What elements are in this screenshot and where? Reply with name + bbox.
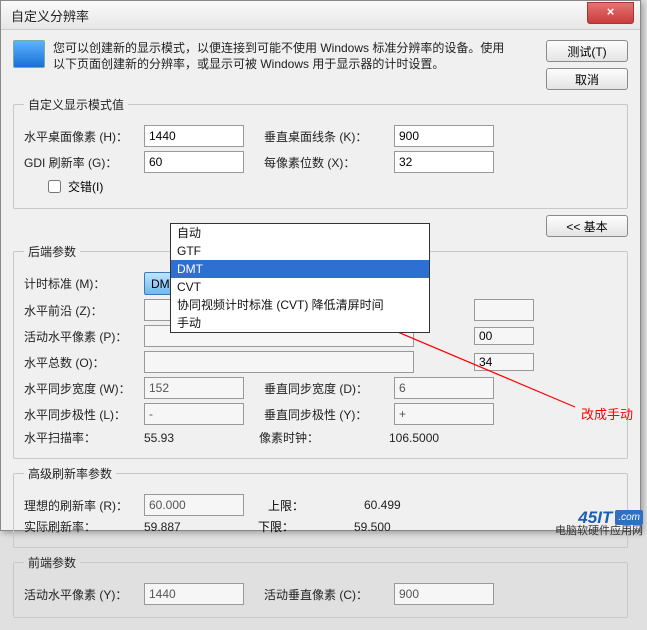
front-h-active-input[interactable] <box>144 583 244 605</box>
option-gtf[interactable]: GTF <box>171 242 429 260</box>
window-title: 自定义分辨率 <box>11 6 89 25</box>
watermark: 45IT .com 电脑软硬件应用网 <box>578 510 643 525</box>
option-cvt[interactable]: CVT <box>171 278 429 296</box>
actual-refresh-label: 实际刷新率： <box>24 518 144 535</box>
h-active-label: 活动水平像素 (P)： <box>24 328 144 345</box>
lower-value: 59.500 <box>354 520 449 534</box>
action-buttons: 测试(T) 取消 <box>546 40 628 90</box>
refresh-label: GDI 刷新率 (G)： <box>24 154 144 171</box>
lower-label: 下限： <box>254 518 294 535</box>
watermark-logo: 45IT <box>578 511 612 524</box>
upper-value: 60.499 <box>364 498 459 512</box>
option-dmt[interactable]: DMT <box>171 260 429 278</box>
interlace-label: 交错(I) <box>68 178 103 195</box>
test-button[interactable]: 测试(T) <box>546 40 628 62</box>
option-auto[interactable]: 自动 <box>171 224 429 242</box>
ideal-refresh-input[interactable] <box>144 494 244 516</box>
front-v-active-input[interactable] <box>394 583 494 605</box>
basic-toggle-button[interactable]: << 基本 <box>546 215 628 237</box>
v-lines-input[interactable] <box>394 125 494 147</box>
v-sync-w-label: 垂直同步宽度 (D)： <box>264 380 394 397</box>
h-total-label: 水平总数 (O)： <box>24 354 144 371</box>
h-total-input[interactable] <box>144 351 414 373</box>
h-scan-label: 水平扫描率： <box>24 429 144 446</box>
h-pixels-label: 水平桌面像素 (H)： <box>24 128 144 145</box>
h-scan-value: 55.93 <box>144 431 239 445</box>
annotation-text: 改成手动 <box>581 404 633 423</box>
interlace-checkbox[interactable] <box>48 180 61 193</box>
cancel-button[interactable]: 取消 <box>546 68 628 90</box>
h-sync-w-input[interactable] <box>144 377 244 399</box>
h-sync-p-label: 水平同步极性 (L)： <box>24 406 144 423</box>
close-button[interactable]: × <box>587 2 634 24</box>
v-lines-label: 垂直桌面线条 (K)： <box>264 128 394 145</box>
pixel-clock-label: 像素时钟： <box>259 429 389 446</box>
bpp-input[interactable] <box>394 151 494 173</box>
timing-std-dropdown: 自动 GTF DMT CVT 协同视频计时标准 (CVT) 降低清屏时间 手动 <box>170 223 430 333</box>
titlebar: 自定义分辨率 × <box>1 1 640 30</box>
v-sync-p-label: 垂直同步极性 (Y)： <box>264 406 394 423</box>
upper-label: 上限： <box>264 497 304 514</box>
v-sync-w-input[interactable] <box>394 377 494 399</box>
watermark-sub: 电脑软硬件应用网 <box>555 525 643 538</box>
info-text: 您可以创建新的显示模式，以便连接到可能不使用 Windows 标准分辨率的设备。… <box>53 40 513 72</box>
option-manual[interactable]: 手动 <box>171 314 429 332</box>
v-active-suffix: 00 <box>474 327 534 345</box>
group-custom-display: 自定义显示模式值 水平桌面像素 (H)： 垂直桌面线条 (K)： GDI 刷新率… <box>13 96 628 209</box>
monitor-icon <box>13 40 45 68</box>
legend-frontend: 前端参数 <box>24 554 80 571</box>
group-frontend: 前端参数 活动水平像素 (Y)： 活动垂直像素 (C)： <box>13 554 628 618</box>
legend-backend: 后端参数 <box>24 243 80 260</box>
option-cvt-rb[interactable]: 协同视频计时标准 (CVT) 降低清屏时间 <box>171 296 429 314</box>
v-frontporch-input[interactable] <box>474 299 534 321</box>
front-v-active-label: 活动垂直像素 (C)： <box>264 586 394 603</box>
h-sync-p-input[interactable] <box>144 403 244 425</box>
group-adv-refresh: 高级刷新率参数 理想的刷新率 (R)： 上限： 60.499 实际刷新率： 59… <box>13 465 628 548</box>
refresh-input[interactable] <box>144 151 244 173</box>
v-sync-p-input[interactable] <box>394 403 494 425</box>
front-h-active-label: 活动水平像素 (Y)： <box>24 586 144 603</box>
pixel-clock-value: 106.5000 <box>389 431 484 445</box>
actual-refresh-value: 59.887 <box>144 520 239 534</box>
legend-custom: 自定义显示模式值 <box>24 96 128 113</box>
ideal-refresh-label: 理想的刷新率 (R)： <box>24 497 144 514</box>
h-pixels-input[interactable] <box>144 125 244 147</box>
h-frontporch-label: 水平前沿 (Z)： <box>24 302 144 319</box>
bpp-label: 每像素位数 (X)： <box>264 154 394 171</box>
v-total-suffix: 34 <box>474 353 534 371</box>
legend-adv-refresh: 高级刷新率参数 <box>24 465 116 482</box>
timing-std-label: 计时标准 (M)： <box>24 275 144 292</box>
info-row: 您可以创建新的显示模式，以便连接到可能不使用 Windows 标准分辨率的设备。… <box>13 40 628 90</box>
watermark-dotcom: .com <box>615 510 643 525</box>
h-sync-w-label: 水平同步宽度 (W)： <box>24 380 144 397</box>
